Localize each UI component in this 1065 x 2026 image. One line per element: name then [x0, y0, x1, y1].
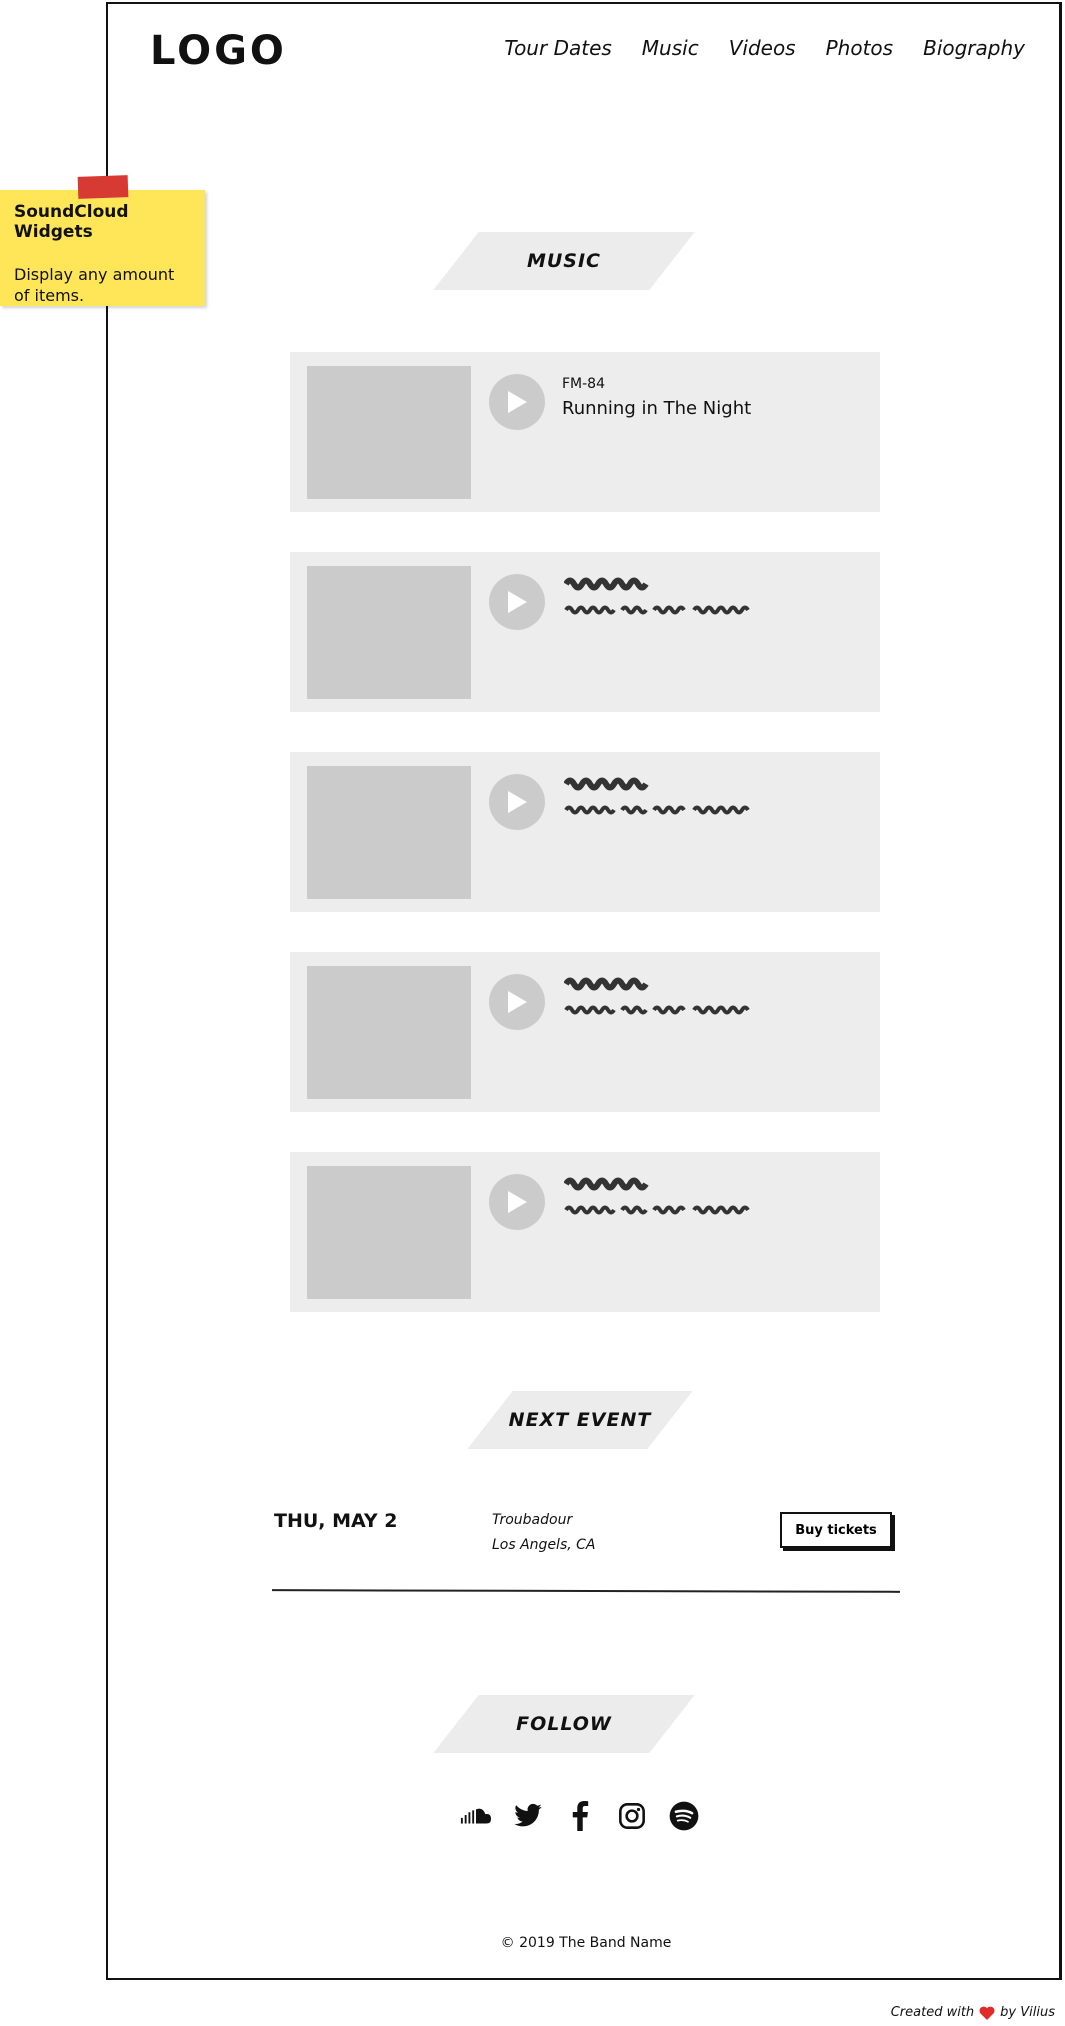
album-art-placeholder [307, 566, 471, 699]
instagram-icon[interactable] [616, 1800, 648, 1832]
play-button[interactable] [489, 374, 545, 430]
track-card [290, 1152, 880, 1312]
placeholder-text-scribble [564, 777, 750, 815]
credit-suffix: by Vilius [1000, 2005, 1055, 2020]
track-card [290, 552, 880, 712]
logo[interactable]: LOGO [150, 28, 287, 74]
sticky-note-title: SoundCloud Widgets [14, 202, 129, 242]
nav-music[interactable]: Music [642, 36, 699, 60]
play-button[interactable] [489, 574, 545, 630]
track-card: FM-84 Running in The Night [290, 352, 880, 512]
placeholder-text-scribble [564, 577, 750, 615]
credit: Created with by Vilius [891, 2005, 1055, 2020]
play-button[interactable] [489, 974, 545, 1030]
play-icon [508, 591, 527, 613]
main-nav: Tour Dates Music Videos Photos Biography [504, 36, 1025, 60]
music-heading: MUSIC [433, 232, 695, 290]
spotify-icon[interactable] [668, 1800, 700, 1832]
copyright: © 2019 The Band Name [500, 1935, 672, 1951]
track-card [290, 752, 880, 912]
album-art-placeholder [307, 966, 471, 1099]
track-artist: FM-84 [562, 376, 605, 392]
next-event-heading: NEXT EVENT [467, 1391, 693, 1449]
tape [77, 175, 129, 199]
social-links [460, 1800, 700, 1832]
placeholder-text-scribble [564, 977, 750, 1015]
event-location: Los Angels, CA [492, 1537, 596, 1553]
facebook-icon[interactable] [564, 1800, 596, 1832]
nav-tour-dates[interactable]: Tour Dates [504, 36, 611, 60]
soundcloud-icon[interactable] [460, 1800, 492, 1832]
placeholder-text-scribble [564, 1177, 750, 1215]
buy-tickets-button[interactable]: Buy tickets [780, 1512, 892, 1548]
play-button[interactable] [489, 1174, 545, 1230]
follow-heading: FOLLOW [433, 1695, 695, 1753]
heart-icon [979, 2006, 995, 2020]
credit-prefix: Created with [890, 2005, 975, 2020]
sticky-note-body: Display any amount of items. [14, 265, 175, 305]
twitter-icon[interactable] [512, 1800, 544, 1832]
event-venue: Troubadour [492, 1512, 573, 1528]
track-title: Running in The Night [562, 398, 752, 419]
nav-videos[interactable]: Videos [729, 36, 796, 60]
album-art-placeholder [307, 366, 471, 499]
nav-biography[interactable]: Biography [923, 36, 1025, 60]
album-art-placeholder [307, 1166, 471, 1299]
sticky-note: SoundCloud Widgets Display any amount of… [0, 175, 205, 306]
event-date: THU, MAY 2 [274, 1510, 398, 1532]
play-icon [508, 1191, 527, 1213]
album-art-placeholder [307, 766, 471, 899]
play-icon [508, 391, 527, 413]
play-icon [508, 991, 527, 1013]
play-icon [508, 791, 527, 813]
nav-photos[interactable]: Photos [826, 36, 893, 60]
track-card [290, 952, 880, 1112]
play-button[interactable] [489, 774, 545, 830]
